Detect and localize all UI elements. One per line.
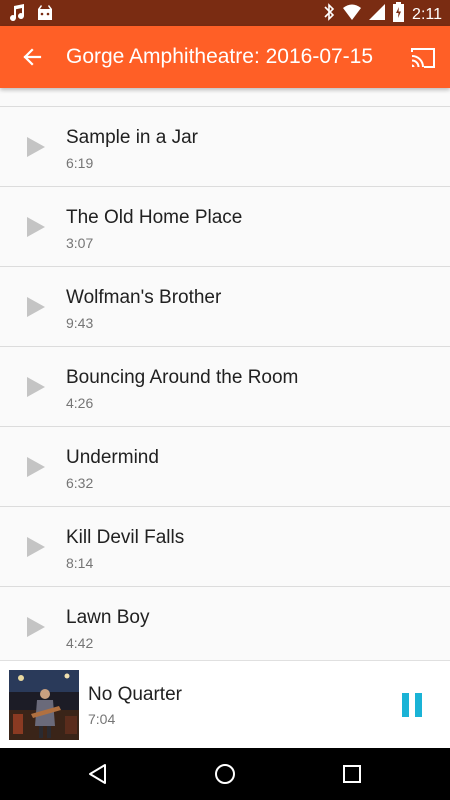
back-button[interactable] <box>16 41 48 73</box>
system-nav-bar <box>0 748 450 800</box>
wifi-icon <box>343 4 362 25</box>
cast-button[interactable] <box>408 43 438 73</box>
track-row[interactable]: Wolfman's Brother 9:43 <box>0 267 450 347</box>
track-duration: 4:42 <box>66 635 94 651</box>
play-icon[interactable] <box>26 216 46 238</box>
now-playing-title: No Quarter <box>88 684 182 705</box>
track-duration: 8:14 <box>66 555 94 571</box>
track-duration: 3:07 <box>66 235 94 251</box>
track-row[interactable]: Kill Devil Falls 8:14 <box>0 507 450 587</box>
track-row[interactable]: Sample in a Jar 6:19 <box>0 107 450 187</box>
bluetooth-icon <box>323 2 335 27</box>
track-row[interactable]: Undermind 6:32 <box>0 427 450 507</box>
android-icon <box>36 3 54 28</box>
track-row[interactable]: Bouncing Around the Room 4:26 <box>0 347 450 427</box>
music-note-icon <box>10 3 26 28</box>
track-duration: 6:19 <box>66 155 94 171</box>
signal-icon <box>369 4 386 25</box>
play-icon[interactable] <box>26 616 46 638</box>
track-title: Undermind <box>66 447 159 468</box>
track-title: Bouncing Around the Room <box>66 367 299 388</box>
play-icon[interactable] <box>26 296 46 318</box>
track-list[interactable]: Sample in a Jar 6:19 The Old Home Place … <box>0 88 450 660</box>
recents-square-icon[interactable] <box>340 762 364 786</box>
play-icon[interactable] <box>26 536 46 558</box>
track-title: Lawn Boy <box>66 607 150 628</box>
track-row[interactable]: The Old Home Place 3:07 <box>0 187 450 267</box>
home-circle-icon[interactable] <box>213 762 237 786</box>
track-duration: 4:26 <box>66 395 94 411</box>
list-item-partial[interactable] <box>0 88 450 107</box>
play-icon[interactable] <box>26 376 46 398</box>
status-time: 2:11 <box>412 5 442 23</box>
pause-icon[interactable] <box>400 691 424 719</box>
now-playing-bar[interactable]: No Quarter 7:04 <box>0 660 450 749</box>
play-icon[interactable] <box>26 136 46 158</box>
track-row[interactable]: Lawn Boy 4:42 <box>0 587 450 660</box>
track-title: Sample in a Jar <box>66 127 199 148</box>
now-playing-duration: 7:04 <box>88 711 116 727</box>
status-bar: 2:11 <box>0 0 450 26</box>
app-bar: Gorge Amphitheatre: 2016-07-15 <box>0 26 450 88</box>
battery-charging-icon <box>393 2 405 27</box>
album-art[interactable] <box>9 670 79 740</box>
track-title: The Old Home Place <box>66 207 243 228</box>
play-icon[interactable] <box>26 456 46 478</box>
page-title: Gorge Amphitheatre: 2016-07-15 <box>66 45 374 68</box>
cast-icon <box>411 48 435 68</box>
arrow-back-icon <box>23 48 42 66</box>
track-title: Kill Devil Falls <box>66 527 185 548</box>
track-duration: 9:43 <box>66 315 94 331</box>
back-triangle-icon[interactable] <box>86 762 110 786</box>
track-title: Wolfman's Brother <box>66 287 222 308</box>
track-duration: 6:32 <box>66 475 94 491</box>
